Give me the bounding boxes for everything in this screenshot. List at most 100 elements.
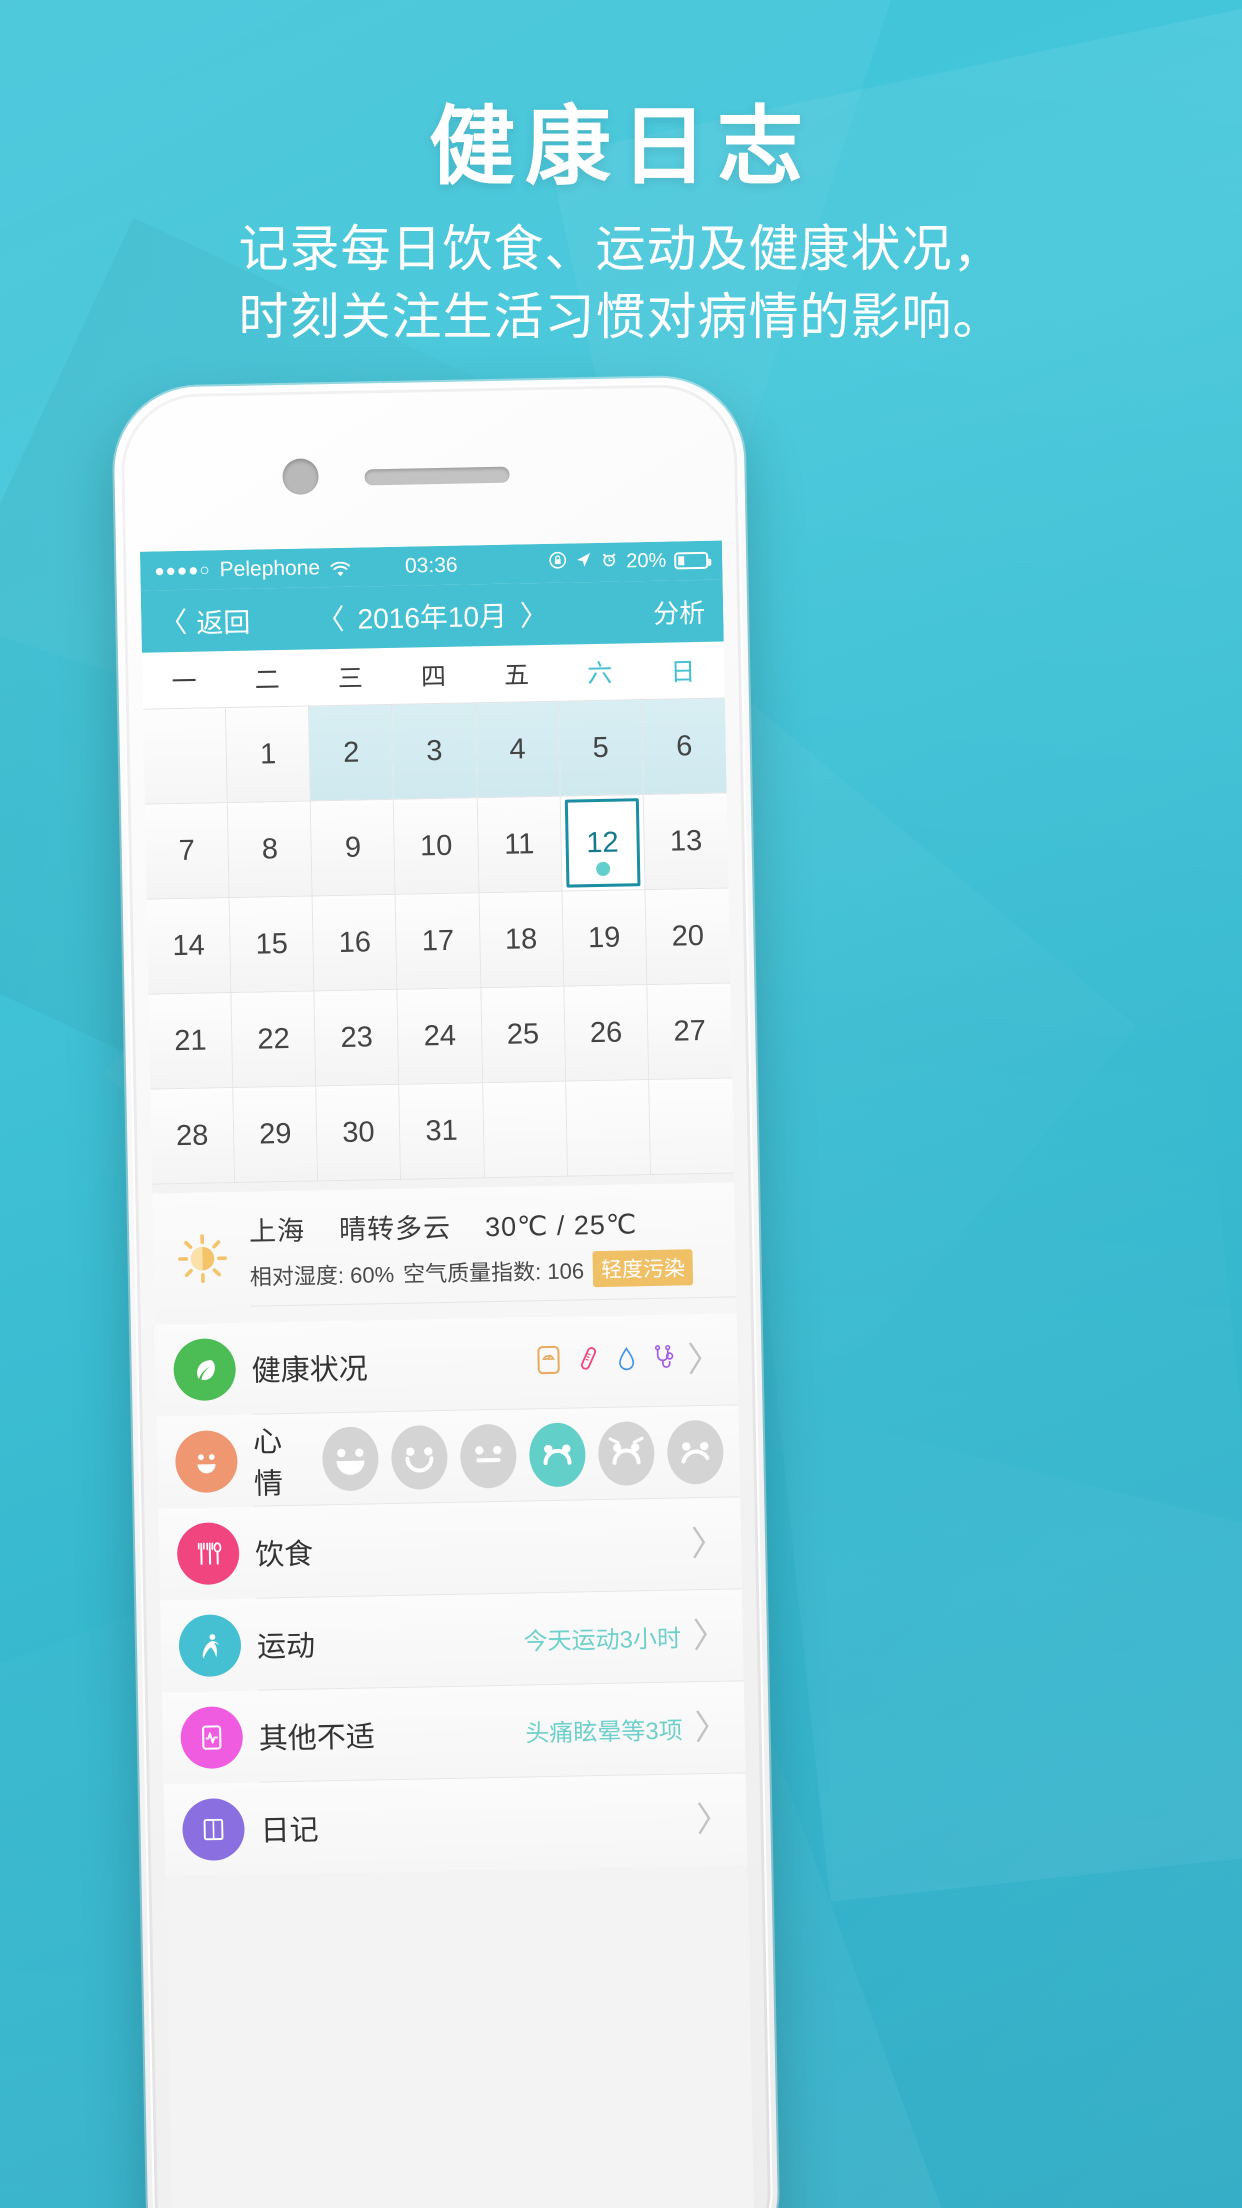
mood-face-neutral[interactable] [459, 1423, 517, 1489]
phone-screen: ●●●●○ Pelephone 03:36 20% 〈 返回 〈 2016年10… [139, 540, 756, 2208]
calendar-day-14[interactable]: 14 [146, 898, 232, 995]
calendar-day-2[interactable]: 2 [309, 704, 395, 802]
calendar-day-number: 13 [669, 824, 703, 858]
thermometer-icon[interactable] [577, 1344, 600, 1379]
calendar-day-7[interactable]: 7 [144, 803, 230, 900]
mood-face-sad[interactable] [666, 1419, 724, 1485]
calendar-weekday-0: 一 [171, 667, 197, 697]
calendar-day-9[interactable]: 9 [311, 799, 397, 897]
rotation-lock-icon [548, 551, 567, 576]
calendar-day-27[interactable]: 27 [647, 983, 733, 1081]
calendar-day-29[interactable]: 29 [233, 1086, 319, 1184]
daily-log-list: 上海 晴转多云 30℃ / 25℃ 相对湿度: 60% 空气质量指数: 106 … [152, 1182, 748, 1877]
calendar-day-number: 26 [589, 1016, 623, 1049]
calendar-day-number: 3 [425, 734, 443, 767]
row-health-status-inner: 健康状况 〉 [250, 1313, 739, 1415]
leaf-icon [173, 1338, 237, 1402]
row-other-discomfort[interactable]: 其他不适 头痛眩晕等3项 〉 [161, 1681, 746, 1785]
row-diary[interactable]: 日记 〉 [163, 1773, 748, 1877]
calendar-day-24[interactable]: 24 [397, 988, 483, 1085]
month-title: 2016年10月 [357, 600, 508, 635]
calendar-day-30[interactable]: 30 [316, 1084, 402, 1182]
calendar-cell-empty [142, 708, 228, 805]
calendar-day-25[interactable]: 25 [480, 986, 566, 1084]
calendar-day-10[interactable]: 10 [394, 798, 480, 895]
mood-face-grin[interactable] [321, 1425, 380, 1491]
calendar-day-number: 17 [421, 924, 455, 957]
calendar-day-number: 19 [587, 921, 621, 954]
water-drop-icon[interactable] [616, 1343, 637, 1378]
row-exercise[interactable]: 运动 今天运动3小时 〉 [160, 1589, 744, 1693]
next-month-button[interactable]: 〉 [520, 594, 549, 635]
calendar-day-5[interactable]: 5 [558, 700, 644, 797]
calendar-day-number: 23 [340, 1020, 374, 1054]
calendar-day-8[interactable]: 8 [227, 801, 313, 899]
calendar-grid[interactable]: 1 2 3 4 5 6 7 8 9 10 11 12 13 14 15 16 17 18 19 20 21 22 23 24 2… [142, 698, 735, 1185]
mood-face-frown[interactable] [528, 1421, 586, 1487]
aqi-badge: 轻度污染 [592, 1249, 694, 1288]
calendar-day-15[interactable]: 15 [229, 896, 315, 994]
calendar-day-number: 18 [504, 922, 538, 956]
row-value: 头痛眩晕等3项 [525, 1717, 683, 1748]
analysis-button[interactable]: 分析 [653, 592, 706, 630]
calendar-day-19[interactable]: 19 [562, 890, 648, 987]
calendar-day-23[interactable]: 23 [314, 989, 400, 1087]
mood-face-smile[interactable] [390, 1424, 449, 1490]
chevron-right-icon: 〉 [694, 1708, 730, 1747]
row-label: 健康状况 [251, 1353, 369, 1388]
row-label: 运动 [256, 1630, 316, 1664]
weight-scale-icon[interactable] [536, 1345, 561, 1380]
calendar-day-number: 30 [342, 1115, 375, 1149]
weather-detail-line: 相对湿度: 60% 空气质量指数: 106 轻度污染 [250, 1248, 737, 1293]
calendar-day-6[interactable]: 6 [641, 698, 727, 796]
smiley-icon [174, 1430, 239, 1494]
calendar-day-number: 9 [344, 831, 362, 864]
calendar-day-number: 1 [259, 737, 277, 770]
calendar-day-4[interactable]: 4 [475, 701, 561, 799]
mood-face-cry[interactable] [597, 1420, 655, 1486]
hero-section: 健康日志 记录每日饮食、运动及健康状况， 时刻关注生活习惯对病情的影响。 [0, 0, 1242, 349]
calendar-day-21[interactable]: 21 [148, 993, 234, 1090]
status-bar-right: 20% [548, 548, 709, 576]
calendar-day-number: 4 [509, 732, 526, 766]
chevron-right-icon: 〉 [692, 1616, 728, 1655]
month-selector: 〈 2016年10月 〉 [141, 591, 724, 642]
weather-row[interactable]: 上海 晴转多云 30℃ / 25℃ 相对湿度: 60% 空气质量指数: 106 … [152, 1182, 737, 1325]
stethoscope-icon[interactable] [653, 1343, 676, 1378]
calendar-day-number: 24 [423, 1019, 457, 1052]
row-label: 其他不适 [258, 1720, 376, 1756]
calendar-day-number: 15 [255, 927, 289, 961]
weather-text: 上海 晴转多云 30℃ / 25℃ 相对湿度: 60% 空气质量指数: 106 … [248, 1198, 737, 1307]
sun-cloud-icon [171, 1227, 234, 1290]
calendar-day-3[interactable]: 3 [392, 703, 478, 800]
row-mood[interactable]: 心情 [156, 1405, 741, 1509]
calendar-day-11[interactable]: 11 [477, 796, 563, 894]
row-value: 今天运动3小时 [523, 1625, 682, 1656]
calendar-day-26[interactable]: 26 [564, 985, 650, 1082]
row-health-status[interactable]: 健康状况 〉 [154, 1313, 739, 1417]
calendar-day-28[interactable]: 28 [150, 1088, 236, 1185]
calendar-day-18[interactable]: 18 [479, 891, 565, 989]
calendar-day-17[interactable]: 17 [396, 893, 481, 990]
calendar-day-number: 10 [419, 829, 453, 862]
calendar-day-number: 14 [172, 929, 206, 962]
calendar-day-number: 6 [675, 729, 693, 762]
prev-month-button[interactable]: 〈 [316, 598, 345, 639]
calendar-day-12[interactable]: 12 [560, 795, 646, 892]
calendar-day-1[interactable]: 1 [226, 706, 312, 804]
calendar-day-13[interactable]: 13 [643, 793, 729, 891]
cutlery-icon [176, 1522, 240, 1586]
calendar-day-20[interactable]: 20 [645, 888, 731, 986]
calendar-weekday-5: 六 [586, 659, 613, 689]
calendar-day-number: 28 [175, 1119, 209, 1152]
hero-subtitle-line1: 记录每日饮食、运动及健康状况， [238, 220, 1004, 277]
calendar-day-number: 22 [257, 1022, 290, 1056]
calendar-day-31[interactable]: 31 [399, 1083, 485, 1180]
calendar-day-number: 21 [173, 1024, 207, 1057]
row-diet[interactable]: 饮食 〉 [158, 1497, 742, 1601]
aqi-label: 空气质量指数: 106 [402, 1258, 585, 1287]
calendar-day-22[interactable]: 22 [231, 991, 317, 1089]
calendar-day-16[interactable]: 16 [312, 894, 398, 992]
weather-main-line: 上海 晴转多云 30℃ / 25℃ [249, 1200, 736, 1248]
mood-face-selector[interactable] [321, 1419, 724, 1491]
